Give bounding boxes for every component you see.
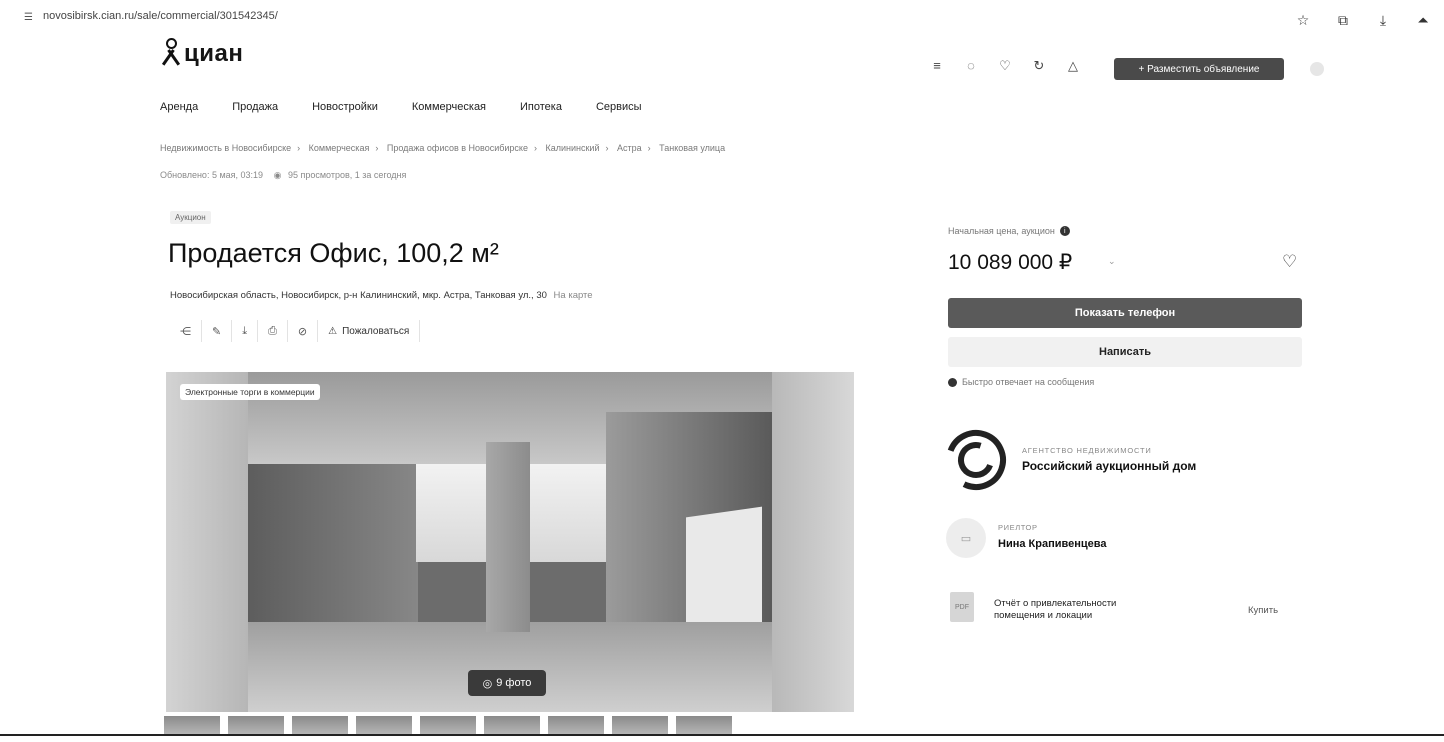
photo-thumbnail[interactable] [420,716,476,736]
photo-thumbnail[interactable] [228,716,284,736]
chevron-down-icon[interactable]: ⌄ [1108,256,1116,267]
nav-item-rent[interactable]: Аренда [160,101,198,113]
photo-prev-slide [166,372,248,712]
chevron-right-icon: › [647,143,651,153]
photo-count-label: 9 фото [496,677,532,689]
breadcrumb-item[interactable]: Коммерческая [309,143,370,153]
download-icon[interactable]: ⤓ [232,320,259,342]
photo-thumbnail[interactable] [548,716,604,736]
reply-speed-note: Быстро отвечает на сообщения [948,377,1094,387]
cian-logo[interactable]: циан [160,38,243,68]
post-ad-button[interactable]: + Разместить объявление [1114,58,1284,80]
url-text[interactable]: novosibirsk.cian.ru/sale/commercial/3015… [43,10,278,22]
report-label: Пожаловаться [342,325,410,337]
photo-panel [686,506,762,638]
saved-search-icon[interactable]: ↻ [1033,58,1045,74]
address-text: Новосибирская область, Новосибирск, р-н … [170,290,547,301]
thumbnail-strip [164,716,732,736]
extensions-icon[interactable]: ⧉ [1336,12,1350,29]
listing-meta: Обновлено: 5 мая, 03:19 ◉ 95 просмотров,… [160,170,406,181]
divider [0,734,1444,736]
hide-icon[interactable]: ⊘ [288,320,319,342]
breadcrumb-item[interactable]: Астра [617,143,642,153]
breadcrumb: Недвижимость в Новосибирске › Коммерческа… [160,143,725,153]
buy-report-link[interactable]: Купить [1248,605,1278,616]
print-icon[interactable]: ⎙ [258,320,288,342]
chevron-right-icon: › [375,143,379,153]
browser-actions: ☆ ⧉ ⤓ ⏶ [1296,12,1430,29]
header-icons: ≡ ◌ ♡ ↻ △ [931,58,1079,74]
browser-url-bar: ☰ novosibirsk.cian.ru/sale/commercial/30… [0,0,1444,34]
reply-note-text: Быстро отвечает на сообщения [962,377,1095,387]
report-title: Отчёт о привлекательности помещения и ло… [994,598,1117,621]
report-button[interactable]: ⚠ Пожаловаться [318,320,421,342]
photo-pillar [486,442,530,632]
profile-icon[interactable]: ⏶ [1416,12,1430,29]
photo-next-slide [772,372,854,712]
chevron-right-icon: › [297,143,301,153]
pdf-icon: PDF [950,592,974,622]
logo-mark-icon [160,38,181,68]
nav-item-new-buildings[interactable]: Новостройки [312,101,378,113]
notifications-icon[interactable]: △ [1067,58,1079,74]
nav-item-commercial[interactable]: Коммерческая [412,101,486,113]
lightning-icon [948,377,957,387]
map-link[interactable]: На карте [554,290,593,301]
price-label-text: Начальная цена, аукцион [948,226,1055,236]
photo-count-button[interactable]: ◎ 9 фото [468,670,546,696]
breadcrumb-item[interactable]: Калининский [545,143,599,153]
agency-subtitle: АГЕНТСТВО НЕДВИЖИМОСТИ [1022,446,1152,455]
gallery-label: Электронные торги в коммерции [180,384,320,400]
info-icon[interactable]: i [1059,226,1070,236]
star-icon[interactable]: ☆ [1296,12,1310,29]
edit-icon[interactable]: ✎ [202,320,233,342]
compare-icon[interactable]: ≡ [931,58,943,74]
photo-thumbnail[interactable] [612,716,668,736]
photo-thumbnail[interactable] [484,716,540,736]
price-label: Начальная цена, аукцион i [948,226,1070,236]
photo-wall [248,464,418,634]
nav-item-mortgage[interactable]: Ипотека [520,101,562,113]
tune-icon[interactable]: ☰ [24,12,33,23]
realtor-name[interactable]: Нина Крапивенцева [998,538,1106,550]
share-icon[interactable]: ⋲ [170,320,202,342]
photo-thumbnail[interactable] [356,716,412,736]
logo-text: циан [184,40,244,67]
camera-icon: ◎ [482,677,493,690]
write-message-button[interactable]: Написать [948,337,1302,367]
show-phone-button[interactable]: Показать телефон [948,298,1302,328]
photo-gallery[interactable]: Электронные торги в коммерции ◎ 9 фото [166,372,854,712]
views-count: 95 просмотров, 1 за сегодня [287,170,407,180]
auction-badge: Аукцион [170,211,211,224]
agency-logo-icon[interactable] [944,428,1008,492]
eye-icon: ◉ [273,170,282,180]
breadcrumb-item[interactable]: Танковая улица [659,143,725,153]
download-icon[interactable]: ⤓ [1376,12,1390,29]
user-avatar[interactable] [1310,62,1324,76]
favorite-heart-icon[interactable]: ♡ [1282,252,1297,272]
page-title: Продается Офис, 100,2 м² [168,238,499,268]
breadcrumb-item[interactable]: Продажа офисов в Новосибирске [387,143,528,153]
nav-item-services[interactable]: Сервисы [596,101,642,113]
listing-toolbar: ⋲ ✎ ⤓ ⎙ ⊘ ⚠ Пожаловаться [170,320,421,342]
listing-address: Новосибирская область, Новосибирск, р-н … [170,290,593,301]
chevron-right-icon: › [605,143,609,153]
chat-icon[interactable]: ◌ [965,58,977,74]
favorites-icon[interactable]: ♡ [999,58,1011,74]
chevron-right-icon: › [533,143,537,153]
photo-floor [248,622,772,712]
breadcrumb-item[interactable]: Недвижимость в Новосибирске [160,143,291,153]
agency-name[interactable]: Российский аукционный дом [1022,459,1196,473]
price: 10 089 000 ₽ [948,251,1073,274]
main-nav: Аренда Продажа Новостройки Коммерческая … [160,101,676,113]
realtor-avatar[interactable]: ▭ [946,518,986,558]
warning-icon: ⚠ [328,325,338,337]
nav-item-sale[interactable]: Продажа [232,101,278,113]
photo-thumbnail[interactable] [676,716,732,736]
realtor-role: РИЕЛТОР [998,523,1038,532]
updated-date: Обновлено: 5 мая, 03:19 [160,170,264,180]
photo-thumbnail[interactable] [292,716,348,736]
photo-thumbnail[interactable] [164,716,220,736]
